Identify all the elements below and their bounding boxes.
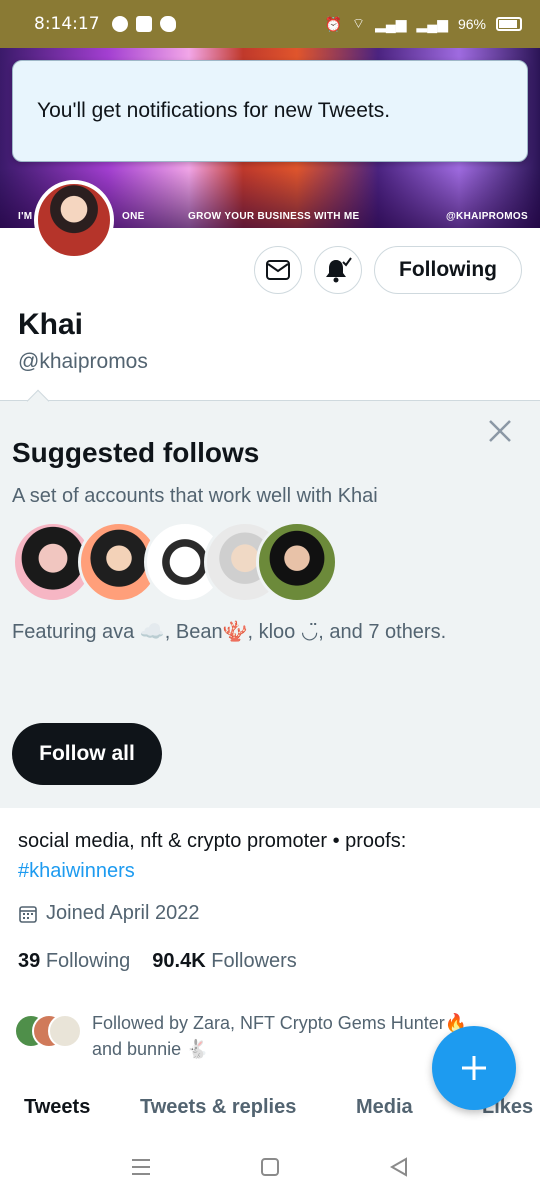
following-label: Following — [45, 950, 131, 972]
battery-icon — [496, 17, 522, 31]
mail-icon — [266, 260, 290, 280]
avatar[interactable] — [34, 180, 114, 260]
notifications-button[interactable] — [314, 246, 362, 294]
suggested-avatars[interactable] — [12, 521, 342, 603]
signal-icon: ▂▄▆ — [375, 15, 407, 32]
profile-name: Khai — [18, 308, 84, 341]
calendar-icon — [19, 905, 37, 923]
tiktok-icon — [135, 16, 152, 32]
suggested-subtitle: A set of accounts that work well with Kh… — [12, 485, 378, 507]
followed-by-text: Followed by Zara, NFT Crypto Gems Hunter… — [92, 1013, 468, 1059]
followers-count: 90.4K — [152, 950, 206, 972]
profile-bio: social media, nft & crypto promoter • pr… — [18, 826, 518, 886]
tab-tweets-replies[interactable]: Tweets & replies — [140, 1096, 296, 1119]
bio-hashtag-link[interactable]: #khaiwinners — [18, 860, 135, 882]
joined-text: Joined April 2022 — [46, 902, 200, 924]
panel-caret — [26, 389, 50, 413]
avatar — [48, 1014, 82, 1048]
status-time: 8:14:17 — [34, 14, 100, 34]
twitter-icon — [159, 16, 176, 32]
battery-percent: 96% — [457, 16, 486, 32]
status-bar: 8:14:17 ⏰ ⌔ ▂▄▆ ▂▄▆ 96% — [0, 0, 540, 48]
following-button[interactable]: Following — [374, 246, 522, 294]
profile-handle: @khaipromos — [18, 350, 148, 373]
banner-tag: GROW YOUR BUSINESS WITH ME — [188, 211, 360, 222]
tab-tweets[interactable]: Tweets — [24, 1096, 90, 1119]
alarm-icon: ⏰ — [324, 15, 342, 32]
close-icon[interactable] — [486, 417, 514, 445]
banner-tag: @KHAIPROMOS — [446, 211, 528, 222]
menu-icon[interactable] — [130, 1156, 152, 1178]
system-icons: ⏰ ⌔ ▂▄▆ ▂▄▆ 96% — [324, 15, 522, 33]
home-square-icon[interactable] — [259, 1156, 281, 1178]
following-count-link[interactable]: 39 Following — [18, 950, 130, 973]
compose-tweet-button[interactable] — [432, 1026, 516, 1110]
avatar — [256, 521, 338, 603]
tab-media[interactable]: Media — [356, 1096, 413, 1119]
joined-date: Joined April 2022 — [18, 902, 199, 925]
banner-tag: ONE — [122, 211, 145, 222]
follow-counts: 39 Following 90.4K Followers — [18, 950, 297, 973]
toast-text: You'll get notifications for new Tweets. — [37, 99, 391, 122]
signal-icon: ▂▄▆ — [416, 15, 448, 32]
notification-toast[interactable]: You'll get notifications for new Tweets. — [12, 60, 528, 162]
followed-by-avatars — [14, 1010, 82, 1050]
following-count: 39 — [18, 950, 41, 972]
wifi-icon: ⌔ — [351, 15, 366, 31]
suggested-follows-panel: Suggested follows A set of accounts that… — [0, 389, 540, 808]
featuring-text: Featuring ava ☁️, Bean🪸, kloo ◡̈, and 7 … — [12, 621, 447, 643]
system-nav-bar — [0, 1138, 540, 1200]
back-triangle-icon[interactable] — [388, 1156, 410, 1178]
message-button[interactable] — [254, 246, 302, 294]
followers-count-link[interactable]: 90.4K Followers — [152, 950, 297, 973]
suggested-title: Suggested follows — [12, 437, 260, 468]
bell-check-icon — [326, 257, 352, 283]
follow-all-button[interactable]: Follow all — [12, 723, 162, 785]
notification-icons — [111, 16, 176, 32]
plus-icon — [462, 1056, 486, 1080]
followers-label: Followers — [211, 950, 297, 972]
bio-text: social media, nft & crypto promoter • pr… — [18, 830, 407, 852]
messenger-icon — [111, 16, 128, 32]
